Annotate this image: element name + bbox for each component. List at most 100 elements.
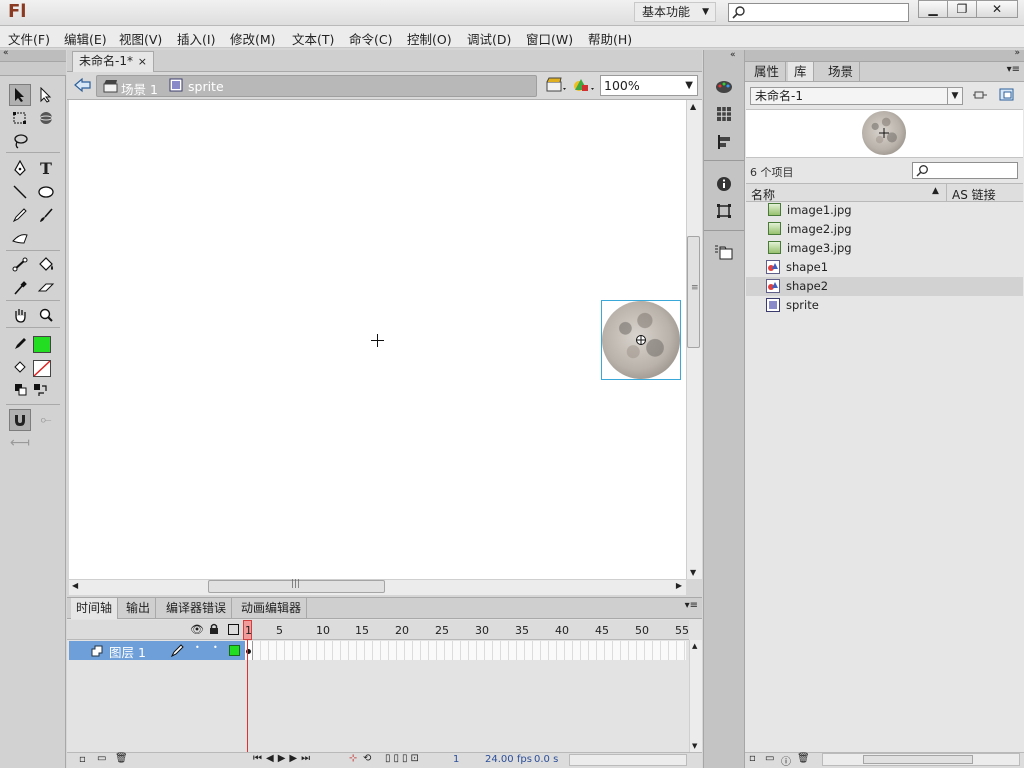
lock-dot-icon[interactable]: • <box>213 643 218 652</box>
close-button[interactable]: ✕ <box>976 0 1018 18</box>
menu-modify[interactable]: 修改(M) <box>230 29 276 48</box>
stroke-color-tool[interactable] <box>9 333 31 355</box>
selection-tool[interactable] <box>9 84 31 106</box>
bone-tool[interactable] <box>9 254 31 276</box>
delete-layer-icon[interactable]: 🗑 <box>115 753 128 764</box>
outline-color-swatch[interactable] <box>229 645 240 656</box>
right-panel-header[interactable]: » <box>745 48 1024 62</box>
breadcrumb-symbol[interactable]: sprite <box>188 79 224 94</box>
snap-to-objects-button[interactable] <box>9 409 31 431</box>
library-item[interactable]: image1.jpg <box>768 201 1023 220</box>
scroll-down-icon[interactable]: ▼ <box>692 742 697 750</box>
paint-bucket-tool[interactable] <box>35 254 57 276</box>
pencil-tool[interactable] <box>9 204 31 226</box>
loop-icon[interactable]: ⟲ <box>363 753 371 764</box>
layer-row[interactable]: 图层 1 • • <box>69 641 245 660</box>
library-search-input[interactable] <box>912 162 1018 179</box>
close-tab-icon[interactable]: × <box>138 52 147 71</box>
edit-symbols-button[interactable] <box>572 76 596 97</box>
timeline-vertical-scrollbar[interactable]: ▲ ▼ <box>689 640 702 752</box>
menu-view[interactable]: 视图(V) <box>119 29 162 48</box>
visibility-dot-icon[interactable]: • <box>195 643 200 652</box>
help-search-input[interactable] <box>728 3 909 22</box>
library-document-select[interactable]: 未命名-1 ▼ <box>750 87 963 105</box>
menu-commands[interactable]: 命令(C) <box>349 29 392 48</box>
tab-motion-editor[interactable]: 动画编辑器 <box>236 598 308 619</box>
new-folder-icon[interactable]: ▭ <box>765 753 774 764</box>
document-tab[interactable]: 未命名-1* × <box>72 51 154 72</box>
menu-file[interactable]: 文件(F) <box>8 29 50 48</box>
menu-text[interactable]: 文本(T) <box>292 29 334 48</box>
menu-window[interactable]: 窗口(W) <box>526 29 573 48</box>
tab-properties[interactable]: 属性 <box>748 62 787 81</box>
center-frame-icon[interactable]: ⊹ <box>349 753 357 764</box>
lasso-tool[interactable] <box>9 130 31 152</box>
zoom-tool[interactable] <box>35 304 57 326</box>
info-panel-button[interactable] <box>713 173 735 195</box>
scroll-down-icon[interactable]: ▼ <box>690 568 696 577</box>
new-library-panel-button[interactable] <box>999 88 1015 105</box>
brush-tool[interactable] <box>35 204 57 226</box>
scroll-up-icon[interactable]: ▲ <box>690 102 696 111</box>
scroll-left-icon[interactable]: ◀ <box>72 581 78 590</box>
stroke-color-swatch[interactable] <box>33 336 51 353</box>
fill-color-tool[interactable] <box>9 357 31 379</box>
transform-panel-button[interactable] <box>713 200 735 222</box>
panel-menu-icon[interactable]: ▾≡ <box>1007 64 1020 75</box>
menu-debug[interactable]: 调试(D) <box>467 29 511 48</box>
align-panel-button[interactable] <box>713 131 735 153</box>
tab-compiler-errors[interactable]: 编译器错误 <box>161 598 233 619</box>
swap-colors-button[interactable] <box>31 381 49 399</box>
menu-help[interactable]: 帮助(H) <box>588 29 632 48</box>
frame-rate[interactable]: 24.00 fps <box>485 754 532 765</box>
workspace-switcher[interactable]: 基本功能 ▼ <box>634 2 716 22</box>
tools-panel-grip[interactable] <box>0 62 66 76</box>
hand-tool[interactable] <box>9 304 31 326</box>
library-scroll-thumb[interactable] <box>863 755 973 764</box>
layer-name[interactable]: 图层 1 <box>109 642 146 661</box>
smooth-button[interactable]: ⟜ <box>35 409 57 431</box>
default-colors-button[interactable] <box>12 381 30 399</box>
tab-library[interactable]: 库 <box>788 62 814 81</box>
library-item-selected[interactable]: shape2 <box>746 277 1023 296</box>
subselection-tool[interactable] <box>35 84 57 106</box>
scroll-up-icon[interactable]: ▲ <box>692 642 697 650</box>
onion-skin-icons[interactable]: ▯▯▯⊡ <box>385 753 422 764</box>
tab-output[interactable]: 输出 <box>121 598 157 619</box>
tab-scene[interactable]: 场景 <box>822 62 861 81</box>
scroll-right-icon[interactable]: ▶ <box>676 581 682 590</box>
stage-vertical-scroll-thumb[interactable]: ≡ <box>687 236 700 348</box>
restore-button[interactable]: ❐ <box>947 0 977 18</box>
zoom-level-select[interactable]: 100% ▼ <box>600 75 698 96</box>
show-hide-layers-icon[interactable]: 👁 <box>190 623 204 636</box>
new-layer-icon[interactable]: ▫ <box>79 754 86 765</box>
pin-library-button[interactable] <box>972 88 988 105</box>
menu-insert[interactable]: 插入(I) <box>177 29 215 48</box>
moon-instance[interactable] <box>601 300 681 380</box>
library-item[interactable]: sprite <box>766 296 1023 315</box>
menu-control[interactable]: 控制(O) <box>407 29 452 48</box>
swatches-panel-button[interactable] <box>713 103 735 125</box>
breadcrumb-scene[interactable]: 场景 1 <box>121 79 158 98</box>
expand-panels-icon[interactable]: « <box>730 50 736 60</box>
new-folder-icon[interactable]: ▭ <box>97 753 106 764</box>
delete-icon[interactable]: 🗑 <box>797 753 810 764</box>
properties-icon[interactable]: ⓘ <box>781 753 791 768</box>
library-item[interactable]: image2.jpg <box>768 220 1023 239</box>
minimize-button[interactable]: ▁ <box>918 0 948 18</box>
free-transform-tool[interactable] <box>9 107 31 129</box>
lock-layers-icon[interactable] <box>208 623 220 638</box>
deco-tool[interactable] <box>9 227 31 249</box>
library-horizontal-scrollbar[interactable] <box>822 753 1020 766</box>
edit-scene-button[interactable] <box>545 76 567 97</box>
color-panel-button[interactable] <box>713 76 735 98</box>
eraser-tool[interactable] <box>35 277 57 299</box>
text-tool[interactable]: T <box>35 157 57 179</box>
no-fill-swatch[interactable] <box>33 360 51 377</box>
back-button[interactable] <box>74 77 92 96</box>
tools-panel-header[interactable]: « <box>0 48 66 62</box>
tab-timeline[interactable]: 时间轴 <box>71 598 119 619</box>
timeline-horizontal-scrollbar[interactable] <box>569 754 687 766</box>
eyedropper-tool[interactable] <box>9 277 31 299</box>
playback-controls[interactable]: ⏮◀▶▶⏭ <box>253 753 314 764</box>
